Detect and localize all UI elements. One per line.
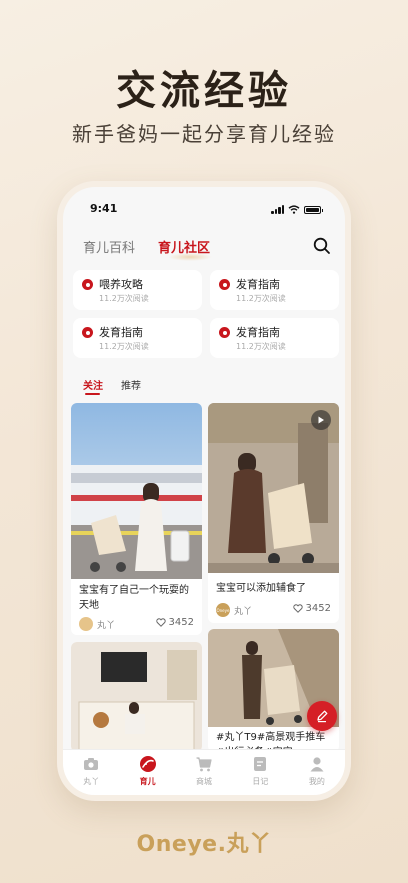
post-author[interactable]: Oneye 丸丫 — [216, 603, 252, 617]
battery-icon — [304, 205, 323, 214]
guide-title: 发育指南 — [236, 278, 280, 291]
camera-icon — [84, 758, 99, 770]
nav-label: 育儿 — [139, 777, 156, 786]
author-name: 丸丫 — [97, 620, 116, 631]
tab-parenting-community[interactable]: 育儿社区 — [158, 237, 213, 261]
nav-item-diary[interactable]: 日记 — [232, 750, 288, 795]
guide-reads: 11.2万次阅读 — [236, 294, 286, 303]
status-time: 9:41 — [90, 202, 118, 215]
guide-badge-icon — [219, 279, 230, 290]
baby-icon — [139, 756, 156, 772]
guide-card[interactable]: 发育指南 11.2万次阅读 — [73, 318, 202, 358]
like-count: 3452 — [168, 617, 194, 628]
guide-badge-icon — [82, 327, 93, 338]
diary-icon — [254, 757, 267, 771]
post-title: 宝宝可以添加辅食了 — [216, 583, 306, 594]
status-icons — [271, 205, 323, 214]
post-card[interactable]: #丸丫T9#高景观手推车#出行必备#宝宝 — [208, 629, 339, 752]
signal-icon — [271, 205, 284, 214]
app-screen: 9:41 育儿百科 育儿社区 喂养攻略 11.2万次阅读 发育指南 11.2万次… — [63, 187, 345, 795]
guide-badge-icon — [219, 327, 230, 338]
heart-icon — [155, 618, 166, 627]
compose-button[interactable] — [307, 701, 337, 731]
nav-item-wanya[interactable]: 丸丫 — [63, 750, 119, 795]
bottom-nav: 丸丫 育儿 商城 日记 我的 — [63, 749, 345, 795]
nav-label: 商城 — [196, 777, 213, 786]
brand-logo: Oneye.丸丫 — [0, 826, 408, 858]
tab-follow[interactable]: 关注 — [83, 377, 103, 395]
author-name: 丸丫 — [234, 606, 253, 617]
guide-card[interactable]: 喂养攻略 11.2万次阅读 — [73, 270, 202, 310]
like-button[interactable]: 3452 — [155, 617, 194, 628]
brand-logo-text: Oneye.丸丫 — [136, 832, 272, 857]
guide-reads: 11.2万次阅读 — [99, 294, 149, 303]
heart-icon — [292, 604, 303, 613]
nav-label: 我的 — [308, 777, 325, 786]
play-icon — [318, 416, 324, 424]
post-card[interactable] — [71, 642, 202, 752]
hero-title: 交流经验 — [116, 68, 292, 114]
guide-card[interactable]: 发育指南 11.2万次阅读 — [210, 270, 339, 310]
avatar — [79, 617, 93, 631]
post-card[interactable]: 宝宝有了自己一个玩耍的天地 丸丫 3452 — [71, 403, 202, 635]
post-author[interactable]: 丸丫 — [79, 617, 115, 631]
guide-card[interactable]: 发育指南 11.2万次阅读 — [210, 318, 339, 358]
guide-title: 发育指南 — [236, 326, 280, 339]
hero-subtitle: 新手爸妈一起分享育儿经验 — [72, 122, 336, 146]
nav-label: 丸丫 — [83, 777, 100, 786]
nav-item-mine[interactable]: 我的 — [289, 750, 345, 795]
status-bar: 9:41 — [63, 202, 345, 218]
post-title: 宝宝有了自己一个玩耍的天地 — [79, 585, 189, 611]
nav-label: 日记 — [252, 777, 269, 786]
post-card[interactable]: 宝宝可以添加辅食了 Oneye 丸丫 3452 — [208, 403, 339, 623]
like-count: 3452 — [305, 603, 331, 614]
person-icon — [310, 757, 324, 772]
tab-recommend[interactable]: 推荐 — [121, 377, 141, 392]
guide-reads: 11.2万次阅读 — [236, 342, 286, 351]
nav-item-parenting[interactable]: 育儿 — [119, 750, 175, 795]
guide-title: 喂养攻略 — [99, 278, 143, 291]
nav-item-mall[interactable]: 商城 — [176, 750, 232, 795]
cart-icon — [196, 757, 212, 772]
avatar: Oneye — [216, 603, 230, 617]
tab-parenting-wiki[interactable]: 育儿百科 — [83, 237, 135, 256]
search-icon[interactable] — [313, 237, 331, 255]
wifi-icon — [288, 205, 300, 214]
guide-reads: 11.2万次阅读 — [99, 342, 149, 351]
guide-title: 发育指南 — [99, 326, 143, 339]
play-button[interactable] — [311, 410, 331, 430]
post-photo-playpen — [71, 642, 202, 752]
top-nav: 育儿百科 育儿社区 — [83, 237, 331, 261]
phone-frame: 9:41 育儿百科 育儿社区 喂养攻略 11.2万次阅读 发育指南 11.2万次… — [57, 181, 351, 801]
like-button[interactable]: 3452 — [292, 603, 331, 614]
pen-icon — [317, 710, 328, 723]
guide-badge-icon — [82, 279, 93, 290]
post-photo-train-stroller — [71, 403, 202, 579]
